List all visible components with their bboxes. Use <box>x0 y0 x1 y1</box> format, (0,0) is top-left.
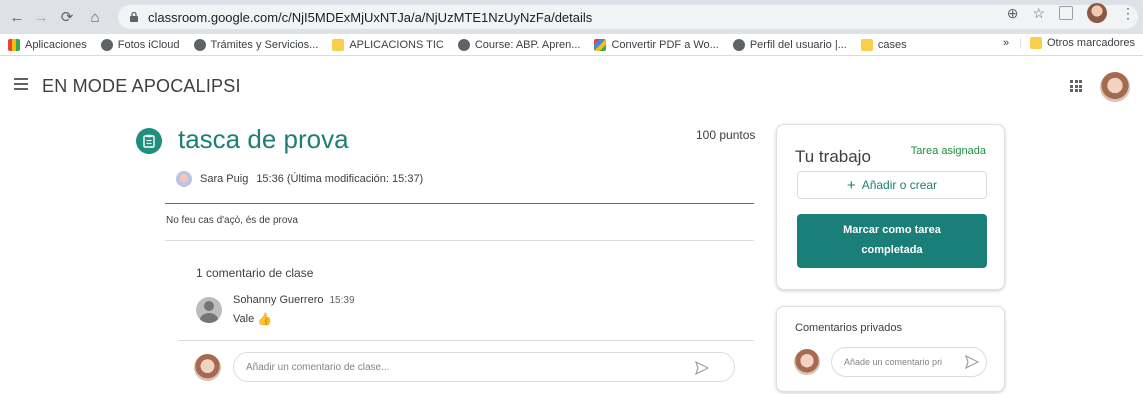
bookmark-label: Convertir PDF a Wo... <box>611 38 719 51</box>
home-icon[interactable]: ⌂ <box>84 6 106 28</box>
bookmark-label: cases <box>877 38 907 51</box>
folder-icon <box>1029 37 1042 49</box>
comment-text: Vale <box>233 313 255 325</box>
address-bar[interactable]: classroom.google.com/c/NjI5MDExMjUxNTJa/… <box>118 5 1138 29</box>
bookmark-tramites[interactable]: Trámites y Servicios... <box>193 38 319 51</box>
back-arrow-icon[interactable]: ← <box>6 6 28 28</box>
class-title[interactable]: EN MODE APOCALIPSI <box>42 76 241 97</box>
mark-as-done-label-line2: completada <box>861 244 923 256</box>
globe-icon <box>193 38 206 51</box>
commenter-avatar <box>196 297 222 323</box>
bookmark-label: Fotos iCloud <box>117 38 180 51</box>
assignment-status: Tarea asignada <box>910 145 986 157</box>
plus-icon: + <box>846 176 856 194</box>
send-comment-icon[interactable] <box>695 361 709 375</box>
comment-time: 15:39 <box>329 295 355 306</box>
bookmark-perfil-usuario[interactable]: Perfil del usuario |... <box>732 38 847 51</box>
lock-icon <box>130 11 138 22</box>
bookmark-label: Course: ABP. Apren... <box>474 38 581 51</box>
bookmarks-right: » | Otros marcadores <box>1003 37 1135 49</box>
commenter-name: Sohanny Guerrero <box>233 294 324 306</box>
folder-icon <box>860 38 873 51</box>
classroom-header: EN MODE APOCALIPSI <box>0 64 1143 110</box>
bookmarks-overflow-button[interactable]: » <box>1003 37 1009 49</box>
account-avatar[interactable] <box>1100 72 1130 102</box>
mark-as-done-button[interactable]: Marcar como tarea completada <box>797 214 987 268</box>
post-time: 15:36 (Última modificación: 15:37) <box>256 173 424 185</box>
bookmark-course-abp[interactable]: Course: ABP. Apren... <box>457 38 581 51</box>
class-comments-count[interactable]: 1 comentario de clase <box>196 266 313 280</box>
your-work-card: Tu trabajo Tarea asignada + Añadir o cre… <box>776 124 1005 290</box>
bookmark-label: APLICACIONS TIC <box>349 38 444 51</box>
assignment-icon <box>136 128 162 154</box>
clipboard-icon <box>143 134 155 148</box>
assignment-points: 100 puntos <box>696 128 756 142</box>
private-comments-title: Comentarios privados <box>795 322 902 334</box>
other-bookmarks-link[interactable]: Otros marcadores <box>1047 37 1135 49</box>
bookmark-cases[interactable]: cases <box>860 38 907 51</box>
apps-grid-icon <box>8 38 20 51</box>
private-comments-card: Comentarios privados Añade un comentario… <box>776 306 1005 392</box>
globe-icon <box>732 38 745 51</box>
current-user-avatar <box>194 354 221 381</box>
star-bookmark-icon[interactable]: ☆ <box>1032 5 1045 22</box>
bookmark-fotos-icloud[interactable]: Fotos iCloud <box>100 38 180 51</box>
folder-icon <box>332 38 345 51</box>
google-apps-icon[interactable] <box>1070 80 1082 92</box>
comment-body: Vale 👍 <box>233 312 272 326</box>
main-menu-icon[interactable] <box>14 78 28 90</box>
extension-icon[interactable] <box>1059 6 1073 20</box>
your-work-title: Tu trabajo <box>795 147 871 166</box>
forward-arrow-icon[interactable]: → <box>30 6 52 28</box>
title-divider <box>165 203 754 204</box>
mark-as-done-label-line1: Marcar como tarea <box>843 224 941 236</box>
description-divider <box>165 240 754 241</box>
browser-menu-icon[interactable]: ⋮ <box>1121 5 1135 22</box>
bookmark-convertir-pdf[interactable]: Convertir PDF a Wo... <box>594 38 719 51</box>
add-or-create-label: Añadir o crear <box>861 178 938 192</box>
private-comment-input[interactable]: Añade un comentario pri <box>831 347 987 377</box>
class-comment-input[interactable]: Añadir un comentario de clase... <box>233 352 735 382</box>
colorful-app-icon <box>594 38 607 51</box>
private-comment-avatar <box>794 349 820 375</box>
assignment-description: No feu cas d'açò, és de prova <box>166 215 298 226</box>
bookmark-label: Perfil del usuario |... <box>749 38 847 51</box>
bookmarks-bar: Aplicaciones Fotos iCloud Trámites y Ser… <box>0 34 1143 56</box>
globe-icon <box>100 38 113 51</box>
zoom-icon[interactable]: ⊕ <box>1007 5 1019 22</box>
bookmark-aplicacions-tic[interactable]: APLICACIONS TIC <box>332 38 444 51</box>
comments-divider <box>178 340 754 341</box>
browser-toolbar: ← → ⟳ ⌂ classroom.google.com/c/NjI5MDExM… <box>0 0 1143 34</box>
bookmark-label: Aplicaciones <box>25 38 87 51</box>
url-text: classroom.google.com/c/NjI5MDExMjUxNTJa/… <box>148 9 593 25</box>
author-name: Sara Puig <box>200 173 249 185</box>
bookmark-aplicaciones[interactable]: Aplicaciones <box>8 38 87 51</box>
add-or-create-button[interactable]: + Añadir o crear <box>797 171 987 199</box>
reload-icon[interactable]: ⟳ <box>56 6 78 28</box>
assignment-meta: Sara Puig 15:36 (Última modificación: 15… <box>176 171 423 187</box>
author-avatar <box>176 171 192 187</box>
send-private-comment-icon[interactable] <box>965 355 979 369</box>
globe-icon <box>457 38 470 51</box>
thumbs-up-emoji-icon: 👍 <box>257 312 273 326</box>
comment-header: Sohanny Guerrero 15:39 <box>233 294 355 306</box>
bookmark-label: Trámites y Servicios... <box>210 38 319 51</box>
omnibox-actions: ⊕ ☆ ⋮ <box>1007 3 1135 23</box>
bookmarks-divider: | <box>1019 37 1022 49</box>
browser-profile-avatar[interactable] <box>1087 3 1107 23</box>
assignment-title: tasca de prova <box>178 124 349 154</box>
